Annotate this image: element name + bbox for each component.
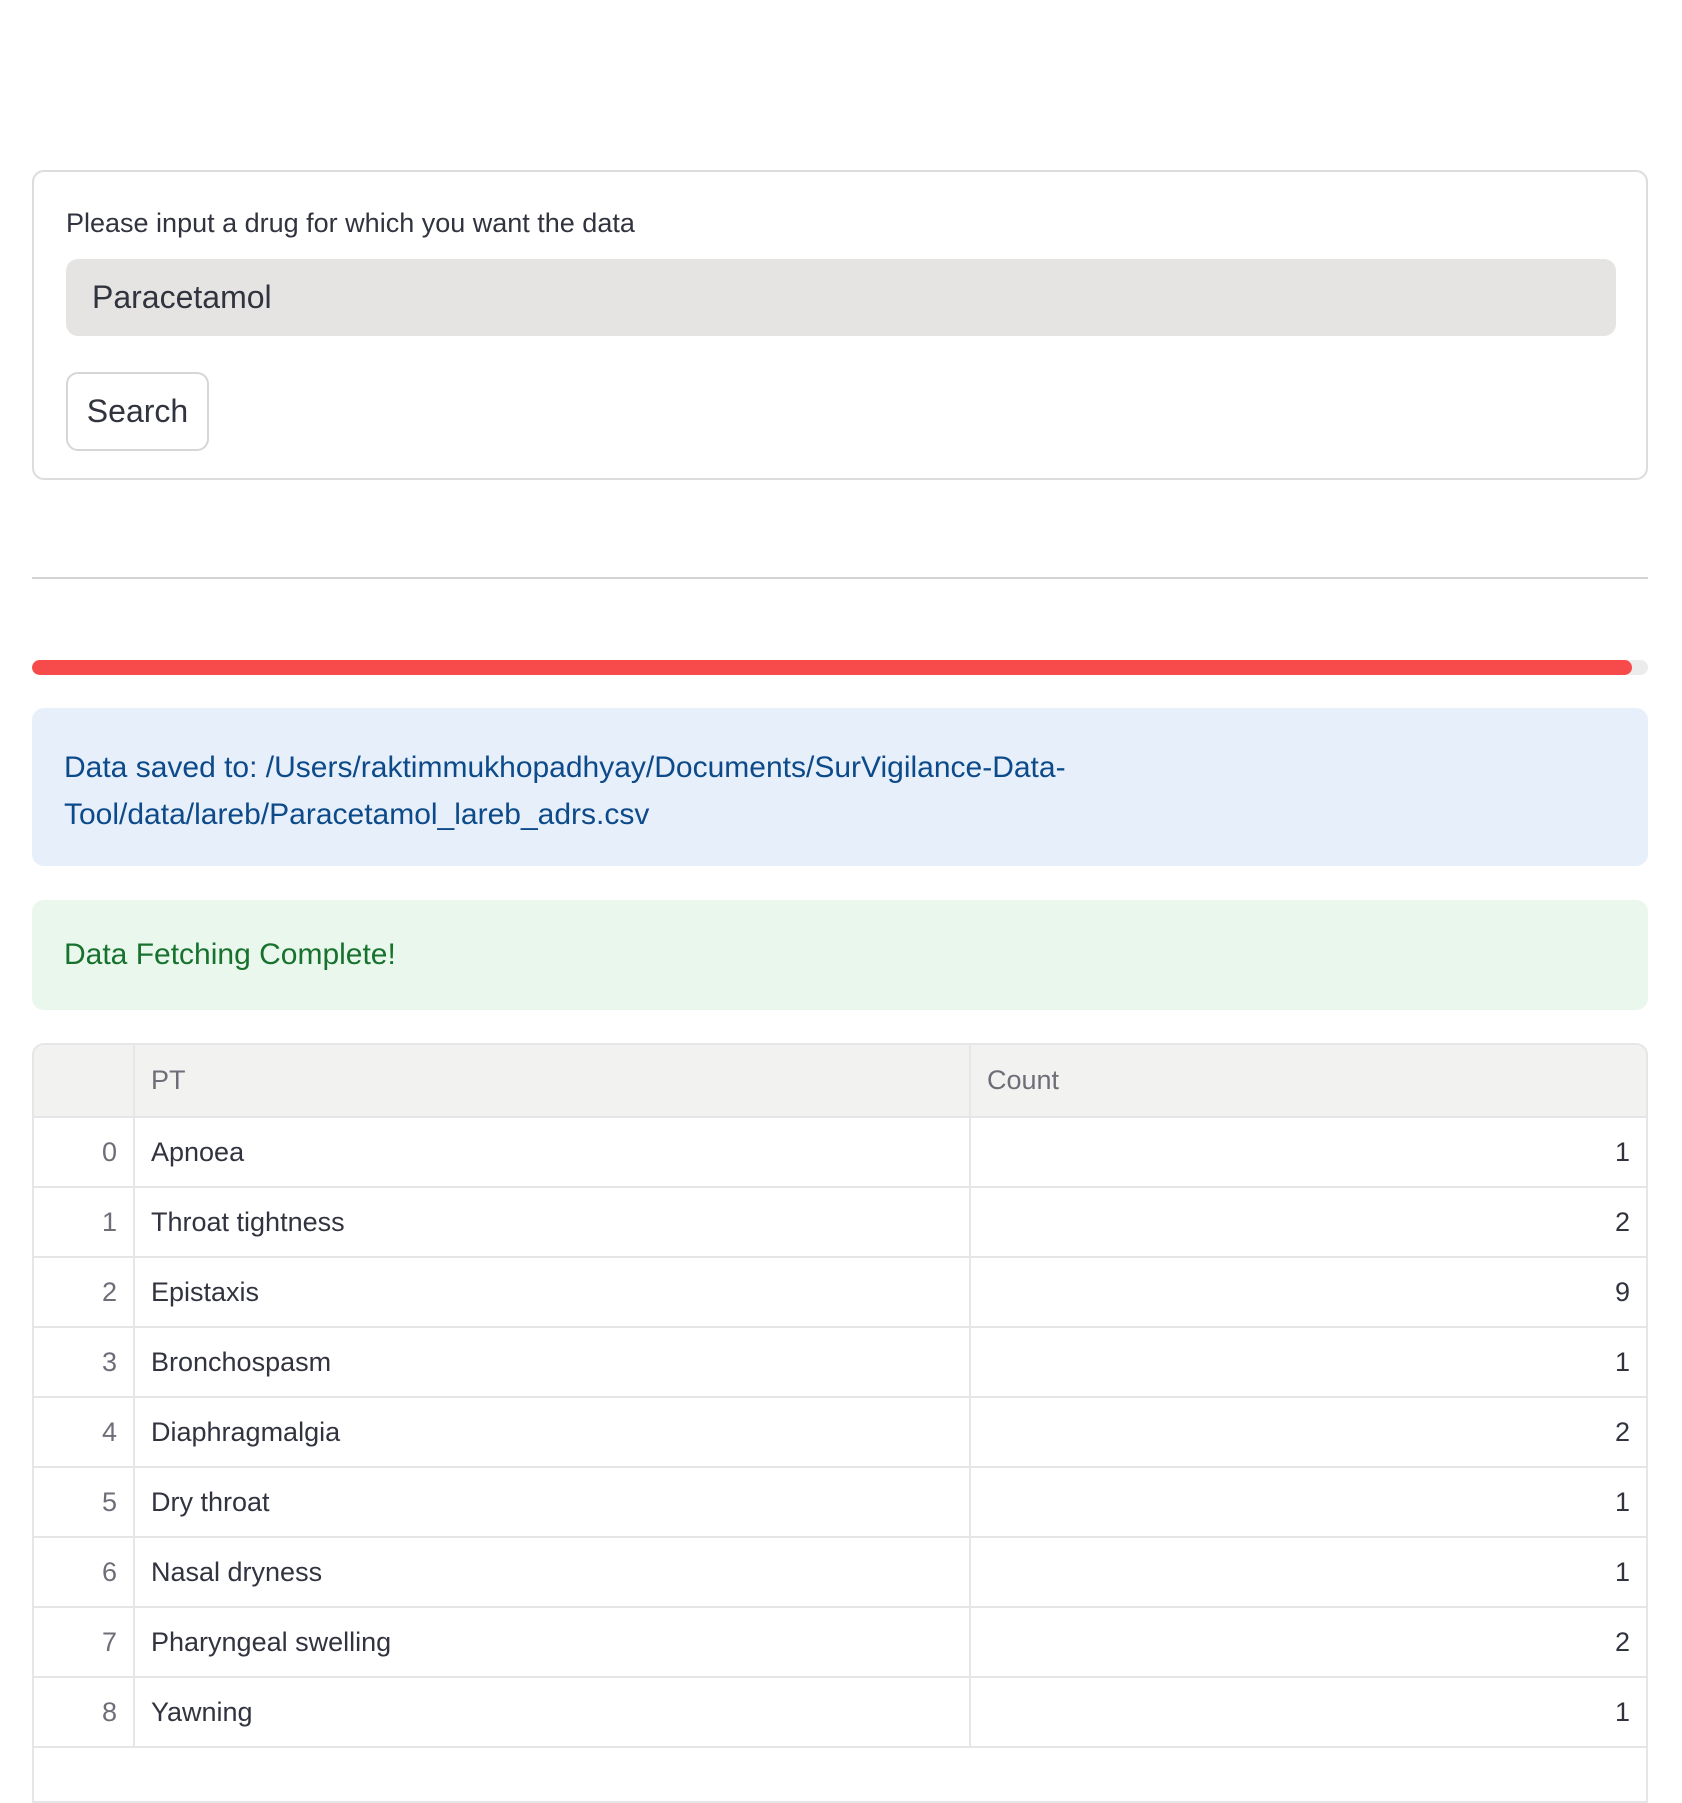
row-count[interactable]: 9 bbox=[970, 1257, 1646, 1328]
drug-input[interactable] bbox=[66, 259, 1616, 336]
results-table[interactable]: PT Count 0 Apnoea 1 1 Throat tightness 2 2 Epis… bbox=[32, 1043, 1648, 1803]
row-pt[interactable]: Diaphragmalgia bbox=[134, 1397, 971, 1468]
row-count[interactable]: 1 bbox=[970, 1677, 1646, 1748]
column-header-index[interactable] bbox=[34, 1045, 135, 1118]
row-pt[interactable]: Dry throat bbox=[134, 1467, 971, 1538]
row-count[interactable]: 1 bbox=[970, 1327, 1646, 1398]
success-message: Data Fetching Complete! bbox=[64, 938, 396, 971]
row-index[interactable]: 8 bbox=[34, 1677, 135, 1748]
row-pt[interactable]: Nasal dryness bbox=[134, 1537, 971, 1608]
progress-bar-fill bbox=[32, 660, 1632, 675]
table-row[interactable]: 4 Diaphragmalgia 2 bbox=[34, 1397, 1646, 1468]
row-index[interactable]: 0 bbox=[34, 1117, 135, 1188]
row-count[interactable]: 2 bbox=[970, 1187, 1646, 1258]
drug-input-label: Please input a drug for which you want t… bbox=[66, 208, 635, 238]
row-pt[interactable]: Bronchospasm bbox=[134, 1327, 971, 1398]
table-row[interactable]: 7 Pharyngeal swelling 2 bbox=[34, 1607, 1646, 1678]
row-count[interactable]: 1 bbox=[970, 1467, 1646, 1538]
progress-bar bbox=[32, 660, 1648, 675]
success-alert: Data Fetching Complete! bbox=[32, 900, 1648, 1010]
search-form: Please input a drug for which you want t… bbox=[32, 170, 1648, 480]
column-header-count[interactable]: Count bbox=[970, 1045, 1646, 1118]
row-pt[interactable]: Apnoea bbox=[134, 1117, 971, 1188]
row-pt[interactable]: Epistaxis bbox=[134, 1257, 971, 1328]
table-row[interactable]: 8 Yawning 1 bbox=[34, 1677, 1646, 1748]
row-count[interactable]: 1 bbox=[970, 1117, 1646, 1188]
table-row[interactable]: 3 Bronchospasm 1 bbox=[34, 1327, 1646, 1398]
row-index[interactable]: 1 bbox=[34, 1187, 135, 1258]
row-pt[interactable]: Throat tightness bbox=[134, 1187, 971, 1258]
row-index[interactable]: 5 bbox=[34, 1467, 135, 1538]
row-pt[interactable]: Pharyngeal swelling bbox=[134, 1607, 971, 1678]
row-index[interactable]: 3 bbox=[34, 1327, 135, 1398]
column-header-pt[interactable]: PT bbox=[134, 1045, 971, 1118]
row-count[interactable]: 2 bbox=[970, 1607, 1646, 1678]
row-pt[interactable]: Yawning bbox=[134, 1677, 971, 1748]
table-row[interactable]: 0 Apnoea 1 bbox=[34, 1117, 1646, 1188]
row-index[interactable]: 2 bbox=[34, 1257, 135, 1328]
row-index[interactable]: 7 bbox=[34, 1607, 135, 1678]
row-index[interactable]: 6 bbox=[34, 1537, 135, 1608]
search-button[interactable]: Search bbox=[66, 372, 209, 451]
row-count[interactable]: 1 bbox=[970, 1537, 1646, 1608]
table-row[interactable]: 2 Epistaxis 9 bbox=[34, 1257, 1646, 1328]
info-alert-line-1: Data saved to: /Users/raktimmukhopadhyay… bbox=[64, 751, 1066, 784]
info-alert: Data saved to: /Users/raktimmukhopadhyay… bbox=[32, 708, 1648, 866]
divider bbox=[32, 577, 1648, 579]
table-row[interactable]: 1 Throat tightness 2 bbox=[34, 1187, 1646, 1258]
table-row[interactable]: 5 Dry throat 1 bbox=[34, 1467, 1646, 1538]
info-alert-line-2: Tool/data/lareb/Paracetamol_lareb_adrs.c… bbox=[64, 798, 650, 831]
row-count[interactable]: 2 bbox=[970, 1397, 1646, 1468]
table-header-row: PT Count bbox=[34, 1045, 1646, 1118]
table-row[interactable]: 6 Nasal dryness 1 bbox=[34, 1537, 1646, 1608]
row-index[interactable]: 4 bbox=[34, 1397, 135, 1468]
